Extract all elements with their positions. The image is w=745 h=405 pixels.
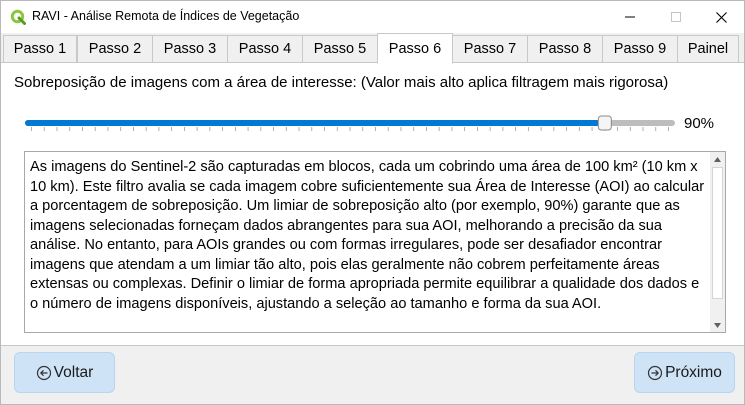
tab-bar: Passo 1 Passo 2 Passo 3 Passo 4 Passo 5 … <box>1 33 744 64</box>
tab-painel[interactable]: Painel <box>677 35 739 63</box>
tab-passo-4[interactable]: Passo 4 <box>227 35 303 63</box>
next-button[interactable]: Próximo <box>634 352 735 393</box>
scroll-thumb[interactable] <box>712 167 723 299</box>
arrow-right-circle-icon <box>647 365 663 380</box>
tab-passo-6[interactable]: Passo 6 <box>377 33 453 64</box>
next-button-label: Próximo <box>665 363 722 381</box>
tab-passo-1[interactable]: Passo 1 <box>3 35 77 63</box>
slider-handle[interactable] <box>597 115 612 131</box>
tab-passo-7[interactable]: Passo 7 <box>452 35 528 63</box>
minimize-button[interactable] <box>607 1 653 33</box>
qgis-icon <box>10 9 26 25</box>
description-textbox[interactable]: As imagens do Sentinel-2 são capturadas … <box>24 151 726 333</box>
slider-ticks <box>31 127 669 131</box>
tab-passo-5[interactable]: Passo 5 <box>302 35 378 63</box>
tab-passo-8[interactable]: Passo 8 <box>527 35 603 63</box>
overlap-value: 90% <box>684 115 715 132</box>
app-window: RAVI - Análise Remota de Índices de Vege… <box>0 0 745 405</box>
title-bar: RAVI - Análise Remota de Índices de Vege… <box>1 1 744 33</box>
back-button-label: Voltar <box>53 363 94 381</box>
tab-passo-2[interactable]: Passo 2 <box>77 35 153 63</box>
back-button[interactable]: Voltar <box>14 352 115 393</box>
tab-passo-9[interactable]: Passo 9 <box>602 35 678 63</box>
maximize-button[interactable] <box>653 1 699 33</box>
close-icon <box>715 11 727 23</box>
slider-fill <box>25 120 605 126</box>
overlap-label: Sobreposição de imagens com a área de in… <box>14 74 669 91</box>
scroll-up-button[interactable] <box>710 152 725 166</box>
overlap-slider[interactable] <box>25 113 675 133</box>
arrow-left-circle-icon <box>36 365 51 380</box>
window-title: RAVI - Análise Remota de Índices de Vege… <box>32 9 300 23</box>
minimize-icon <box>625 16 635 18</box>
caret-up-icon <box>714 156 721 162</box>
vertical-scrollbar[interactable] <box>710 152 725 332</box>
caret-down-icon <box>714 322 721 328</box>
description-text: As imagens do Sentinel-2 são capturadas … <box>30 159 705 312</box>
close-button[interactable] <box>698 1 744 33</box>
maximize-icon <box>671 12 681 22</box>
scroll-down-button[interactable] <box>710 318 725 332</box>
tab-passo-3[interactable]: Passo 3 <box>152 35 228 63</box>
